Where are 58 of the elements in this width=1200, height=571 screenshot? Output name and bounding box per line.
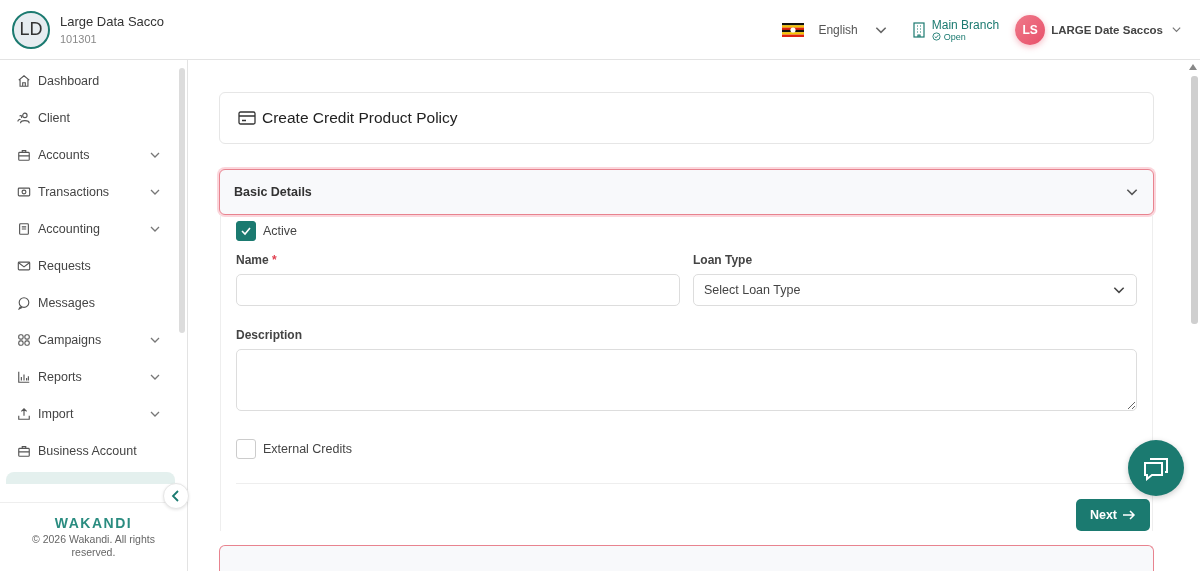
sidebar-item[interactable]: Reports (0, 358, 187, 395)
sidebar-item[interactable]: Dashboard (0, 62, 187, 99)
checkmark-icon (240, 225, 252, 237)
sidebar-item[interactable]: Client (0, 99, 187, 136)
chevron-left-icon (171, 490, 181, 502)
sidebar-item[interactable]: Messages (0, 284, 187, 321)
checkbox-label: External Credits (263, 442, 352, 456)
checkbox[interactable] (236, 221, 256, 241)
field-label: Name * (236, 253, 278, 267)
flag-icon (782, 22, 805, 37)
org-avatar: LD (12, 10, 50, 49)
building-icon (911, 21, 926, 38)
users-icon (17, 110, 31, 125)
section-header[interactable] (219, 545, 1154, 571)
copyright-text: © 2026 Wakandi. All rights reserved. (31, 532, 156, 560)
mail-icon (17, 258, 31, 273)
description-text-area[interactable] (236, 349, 1137, 411)
loan-type-dropdown[interactable]: Select Loan Type (693, 274, 1137, 306)
branch-name[interactable]: Main Branch (931, 17, 1000, 32)
sidebar-item[interactable]: Requests (0, 247, 187, 284)
briefcase-icon (17, 443, 31, 458)
user-name[interactable]: LARGE Date Saccos (1051, 23, 1163, 36)
bar-chart-icon (17, 369, 31, 384)
chat-button[interactable] (1128, 440, 1184, 496)
banknote-icon (17, 184, 31, 199)
section-header[interactable]: Basic Details (219, 169, 1154, 215)
sidebar-item[interactable]: Import (0, 395, 187, 432)
briefcase-icon (17, 147, 31, 162)
credit-card-icon (238, 111, 256, 125)
scroll-up-icon[interactable] (1189, 64, 1197, 70)
sidebar-item[interactable]: Accounting (0, 210, 187, 247)
branch-status: Open (943, 31, 966, 42)
chat-icon (17, 295, 31, 310)
field-label: Loan Type (693, 253, 754, 267)
grid-icon (17, 332, 31, 347)
arrow-right-icon (1122, 510, 1136, 520)
sidebar-item[interactable]: Campaigns (0, 321, 187, 358)
sidebar-item[interactable]: Business Account (0, 432, 187, 469)
chat-icon (1142, 455, 1170, 481)
upload-icon (17, 406, 31, 421)
name-input-field[interactable] (236, 274, 680, 306)
check-circle-icon (931, 32, 941, 41)
chevron-down-icon (1171, 24, 1182, 35)
org-code: 101301 (60, 33, 98, 45)
next-button[interactable]: Next (1075, 499, 1150, 531)
collapse-sidebar-button[interactable] (163, 483, 189, 509)
sidebar-item[interactable]: Accounts (0, 136, 187, 173)
page-title: Create Credit Product Policy (262, 109, 458, 127)
brand-logo: WAKANDI (54, 514, 133, 531)
language-selector[interactable]: English (818, 22, 858, 37)
scrollbar-thumb[interactable] (1191, 76, 1198, 324)
home-icon (17, 73, 31, 88)
field-label: Description (236, 328, 303, 342)
document-icon (17, 221, 31, 236)
sidebar-item[interactable]: Transactions (0, 173, 187, 210)
scrollbar-thumb[interactable] (179, 68, 185, 333)
checkbox-label: Active (263, 224, 298, 238)
org-name: Large Data Sacco (60, 14, 165, 29)
